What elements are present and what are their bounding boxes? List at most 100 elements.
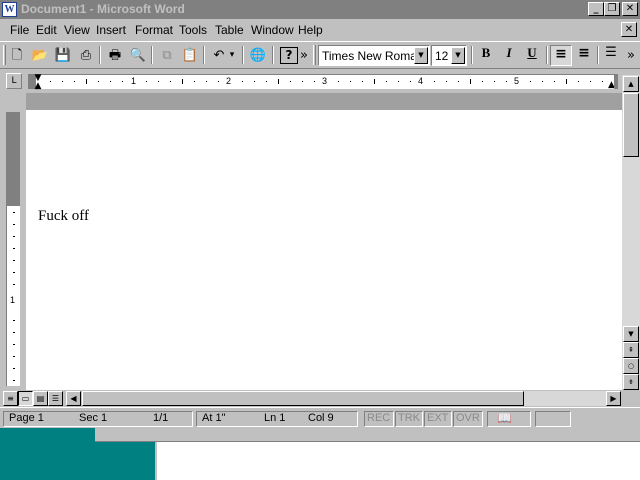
toolbar-separator <box>597 46 599 64</box>
document-page[interactable]: Fuck off <box>26 110 622 390</box>
menu-view[interactable]: View <box>64 23 90 37</box>
font-name-dropdown-icon[interactable]: ▼ <box>414 47 428 64</box>
status-page: Page 1 <box>9 412 44 424</box>
title-bar[interactable]: W Document1 - Microsoft Word _ ❐ ✕ <box>0 0 640 19</box>
vertical-scrollbar[interactable]: ▲ ▼ ⇞ ○ ⇟ <box>622 75 640 390</box>
open-folder-icon[interactable]: 📂 <box>29 45 51 66</box>
scroll-up-icon[interactable]: ▲ <box>623 76 639 92</box>
select-browse-object-icon[interactable]: ○ <box>623 358 639 374</box>
menu-edit[interactable]: Edit <box>36 23 57 37</box>
print-icon-alt[interactable]: ⎙ <box>75 45 97 66</box>
status-at: At 1" <box>202 412 226 424</box>
align-center-button[interactable]: ≡ <box>573 45 595 66</box>
spelling-book-icon[interactable]: 📖 <box>497 411 512 425</box>
menu-insert[interactable]: Insert <box>96 23 126 37</box>
paste-icon[interactable]: 📋 <box>179 45 201 66</box>
ruler-tick <box>254 81 255 82</box>
toolbar-separator <box>272 46 274 64</box>
toolbar-separator <box>471 46 473 64</box>
ruler-tick <box>146 81 147 82</box>
vertical-ruler-tick <box>13 260 15 261</box>
vertical-ruler[interactable]: 1 <box>6 112 20 386</box>
ruler-tick <box>242 81 243 82</box>
ruler-tick <box>62 81 63 82</box>
help-icon[interactable]: ? <box>280 47 298 64</box>
ruler-tick <box>218 81 219 82</box>
scroll-right-icon[interactable]: ▶ <box>606 391 621 406</box>
menu-window[interactable]: Window <box>251 23 294 37</box>
outline-view-icon[interactable]: ☰ <box>48 391 63 406</box>
print-preview-icon[interactable]: 🔍 <box>127 45 149 66</box>
indent-markers-icon[interactable]: ▼ ▲ <box>33 74 43 91</box>
status-section: Sec 1 <box>79 412 108 424</box>
ruler-number: 2 <box>226 76 232 86</box>
vertical-ruler-tick <box>13 236 15 237</box>
vertical-ruler-tick <box>13 356 15 357</box>
align-left-button[interactable]: ≡ <box>550 45 572 66</box>
font-size-select[interactable]: 12 ▼ <box>431 45 467 66</box>
restore-button[interactable]: ❐ <box>604 2 620 16</box>
menu-format[interactable]: Format <box>135 23 173 37</box>
scroll-down-icon[interactable]: ▼ <box>623 326 639 342</box>
vertical-ruler-tick <box>13 224 15 225</box>
bullets-button[interactable]: ☰ <box>600 45 622 66</box>
ruler-tick <box>374 79 375 84</box>
more-format-buttons-icon[interactable]: » <box>624 45 638 66</box>
ruler-tick <box>194 81 195 82</box>
document-text[interactable]: Fuck off <box>38 208 89 225</box>
status-ext[interactable]: EXT <box>427 412 448 424</box>
horizontal-scrollbar[interactable]: ≡ ▭ ▤ ☰ ◀ ▶ <box>0 390 640 407</box>
vertical-ruler-tick <box>13 248 15 249</box>
font-size-dropdown-icon[interactable]: ▼ <box>451 47 465 64</box>
ruler-tick <box>482 81 483 82</box>
toolbar-separator <box>99 46 101 64</box>
toolbar-separator <box>203 46 205 64</box>
menu-tools[interactable]: Tools <box>179 23 207 37</box>
menu-file[interactable]: File <box>10 23 29 37</box>
italic-button[interactable]: I <box>498 45 520 66</box>
minimize-button[interactable]: _ <box>588 2 604 16</box>
menu-help[interactable]: Help <box>298 23 323 37</box>
toolbar-grip[interactable] <box>313 45 316 65</box>
word-app-icon[interactable]: W <box>2 2 17 17</box>
status-page-of: 1/1 <box>153 412 169 424</box>
online-layout-view-icon[interactable]: ▭ <box>18 391 33 406</box>
document-close-button[interactable]: ✕ <box>621 22 637 37</box>
ruler-tick <box>446 81 447 82</box>
web-toolbar-icon[interactable]: 🌐 <box>247 45 269 66</box>
menu-table[interactable]: Table <box>215 23 244 37</box>
underline-button[interactable]: U <box>521 45 543 66</box>
status-ovr[interactable]: OVR <box>456 412 480 424</box>
horizontal-scroll-thumb[interactable] <box>82 391 524 406</box>
font-size-value: 12 <box>435 49 449 63</box>
background-window-frame <box>95 428 640 442</box>
font-name-select[interactable]: Times New Roman ▼ <box>318 45 430 66</box>
more-buttons-icon[interactable]: » <box>298 45 310 66</box>
ruler-tick <box>122 81 123 82</box>
save-icon[interactable]: 💾 <box>52 45 74 66</box>
bold-button[interactable]: B <box>475 45 497 66</box>
tab-selector-button[interactable]: L <box>6 73 22 89</box>
horizontal-ruler[interactable]: ▼ ▲ 1 2 3 4 5 ▲ <box>28 74 618 91</box>
vertical-scroll-thumb[interactable] <box>623 93 639 157</box>
undo-dropdown-icon[interactable]: ▾ <box>226 45 238 66</box>
next-page-icon[interactable]: ⇟ <box>623 374 639 390</box>
page-layout-view-icon[interactable]: ▤ <box>33 391 48 406</box>
toolbar: 🗋 📂 💾 ⎙ 🖶 🔍 ⧉ 📋 ↶ ▾ 🌐 ? » Times New Roma… <box>0 41 640 69</box>
status-rec[interactable]: REC <box>367 412 390 424</box>
vertical-ruler-number: 1 <box>10 295 16 305</box>
ruler-tick <box>158 81 159 82</box>
ruler-tick <box>50 81 51 82</box>
close-button[interactable]: ✕ <box>622 2 638 16</box>
ruler-number: 3 <box>322 76 328 86</box>
scroll-left-icon[interactable]: ◀ <box>66 391 81 406</box>
status-trk[interactable]: TRK <box>398 412 420 424</box>
vertical-ruler-tick <box>13 380 15 381</box>
print-icon[interactable]: 🖶 <box>104 45 126 66</box>
vertical-ruler-tick <box>13 344 15 345</box>
status-panel-empty <box>535 411 571 427</box>
normal-view-icon[interactable]: ≡ <box>3 391 18 406</box>
previous-page-icon[interactable]: ⇞ <box>623 342 639 358</box>
copy-icon[interactable]: ⧉ <box>156 45 178 66</box>
new-document-icon[interactable]: 🗋 <box>6 45 28 66</box>
